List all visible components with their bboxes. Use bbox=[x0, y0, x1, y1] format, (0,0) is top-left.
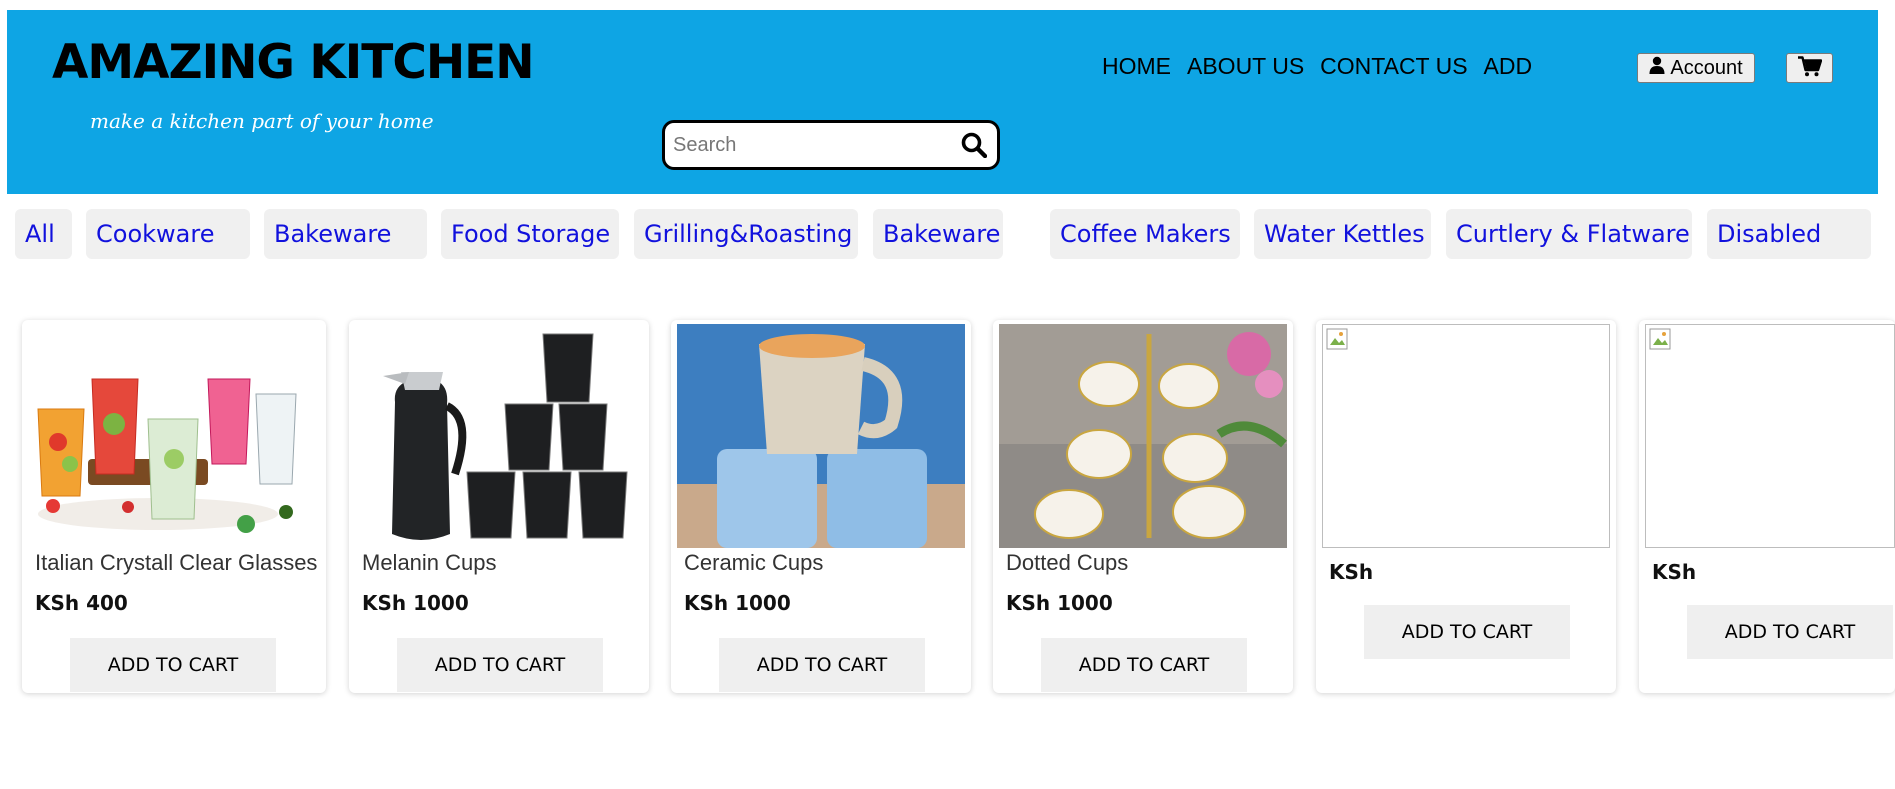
product-price: KSh 1000 bbox=[684, 591, 791, 615]
nav-home[interactable]: HOME bbox=[1102, 53, 1171, 80]
add-to-cart-button[interactable]: ADD TO CART bbox=[397, 638, 603, 692]
main-nav: HOME ABOUT US CONTACT US ADD bbox=[1102, 53, 1532, 80]
category-food-storage[interactable]: Food Storage bbox=[441, 209, 619, 259]
product-image-dotted-cups bbox=[999, 324, 1287, 548]
product-name: Ceramic Cups bbox=[684, 550, 824, 575]
nav-add[interactable]: ADD bbox=[1484, 53, 1533, 80]
product-name: Italian Crystall Clear Glasses bbox=[35, 550, 318, 575]
product-card: Italian Crystall Clear Glasses KSh 400 A… bbox=[22, 320, 326, 693]
product-card: KSh ADD TO CART bbox=[1639, 320, 1895, 693]
category-grilling-roasting[interactable]: Grilling&Roasting bbox=[634, 209, 858, 259]
brand-tagline: make a kitchen part of your home bbox=[90, 109, 434, 133]
product-price: KSh 1000 bbox=[362, 591, 469, 615]
brand-title: AMAZING KITCHEN bbox=[52, 35, 535, 90]
product-price: KSh bbox=[1652, 560, 1697, 584]
product-price: KSh 1000 bbox=[1006, 591, 1113, 615]
shopping-cart-icon bbox=[1797, 55, 1822, 81]
category-bakeware[interactable]: Bakeware bbox=[264, 209, 427, 259]
category-all[interactable]: All bbox=[15, 209, 72, 259]
add-to-cart-button[interactable]: ADD TO CART bbox=[1364, 605, 1570, 659]
category-water-kettles[interactable]: Water Kettles bbox=[1254, 209, 1431, 259]
cart-button[interactable] bbox=[1786, 53, 1833, 83]
product-name: Dotted Cups bbox=[1006, 550, 1129, 575]
category-bakeware-2[interactable]: Bakeware bbox=[873, 209, 1003, 259]
product-image-broken bbox=[1322, 324, 1610, 548]
product-image-broken bbox=[1645, 324, 1895, 548]
product-card: Dotted Cups KSh 1000 ADD TO CART bbox=[993, 320, 1293, 693]
add-to-cart-button[interactable]: ADD TO CART bbox=[1041, 638, 1247, 692]
product-name: Melanin Cups bbox=[362, 550, 497, 575]
category-disabled[interactable]: Disabled bbox=[1707, 209, 1871, 259]
product-price: KSh bbox=[1329, 560, 1374, 584]
product-image-ceramic-cups bbox=[677, 324, 965, 548]
product-card: Ceramic Cups KSh 1000 ADD TO CART bbox=[671, 320, 971, 693]
account-button[interactable]: Account bbox=[1637, 53, 1755, 83]
category-coffee-makers[interactable]: Coffee Makers bbox=[1050, 209, 1240, 259]
add-to-cart-button[interactable]: ADD TO CART bbox=[719, 638, 925, 692]
search-box bbox=[662, 120, 1000, 170]
nav-about-us[interactable]: ABOUT US bbox=[1187, 53, 1304, 80]
product-image-melanin-cups bbox=[355, 324, 643, 548]
nav-contact-us[interactable]: CONTACT US bbox=[1320, 53, 1467, 80]
account-label: Account bbox=[1670, 56, 1743, 79]
search-icon[interactable] bbox=[959, 132, 989, 158]
broken-image-icon bbox=[1326, 328, 1352, 358]
product-card: KSh ADD TO CART bbox=[1316, 320, 1616, 693]
add-to-cart-button[interactable]: ADD TO CART bbox=[70, 638, 276, 692]
search-input[interactable] bbox=[665, 123, 959, 167]
product-price: KSh 400 bbox=[35, 591, 128, 615]
product-image-glasses bbox=[28, 324, 316, 548]
user-icon bbox=[1649, 56, 1665, 80]
add-to-cart-button[interactable]: ADD TO CART bbox=[1687, 605, 1893, 659]
broken-image-icon bbox=[1649, 328, 1675, 358]
category-cookware[interactable]: Cookware bbox=[86, 209, 250, 259]
product-card: Melanin Cups KSh 1000 ADD TO CART bbox=[349, 320, 649, 693]
category-cutlery-flatware[interactable]: Curtlery & Flatware bbox=[1446, 209, 1692, 259]
